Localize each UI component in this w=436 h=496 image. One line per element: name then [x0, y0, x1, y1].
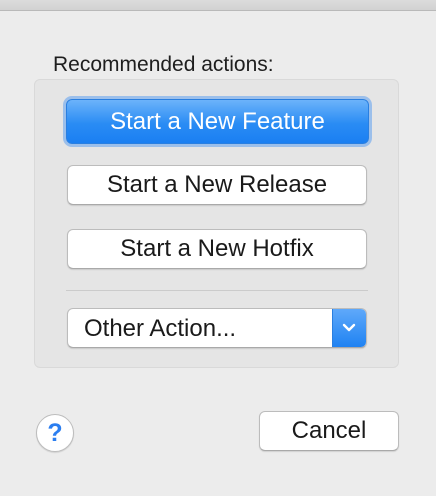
window-top-edge [0, 0, 436, 11]
start-hotfix-button[interactable]: Start a New Hotfix [67, 229, 367, 269]
section-label: Recommended actions: [53, 53, 274, 76]
chevron-down-icon[interactable] [332, 309, 366, 347]
other-action-select[interactable]: Other Action... [67, 308, 367, 348]
cancel-button[interactable]: Cancel [259, 411, 399, 451]
start-feature-button[interactable]: Start a New Feature [66, 99, 369, 144]
start-release-button[interactable]: Start a New Release [67, 165, 367, 205]
divider [66, 290, 368, 291]
help-icon[interactable]: ? [36, 414, 74, 452]
other-action-select-value: Other Action... [84, 315, 237, 342]
